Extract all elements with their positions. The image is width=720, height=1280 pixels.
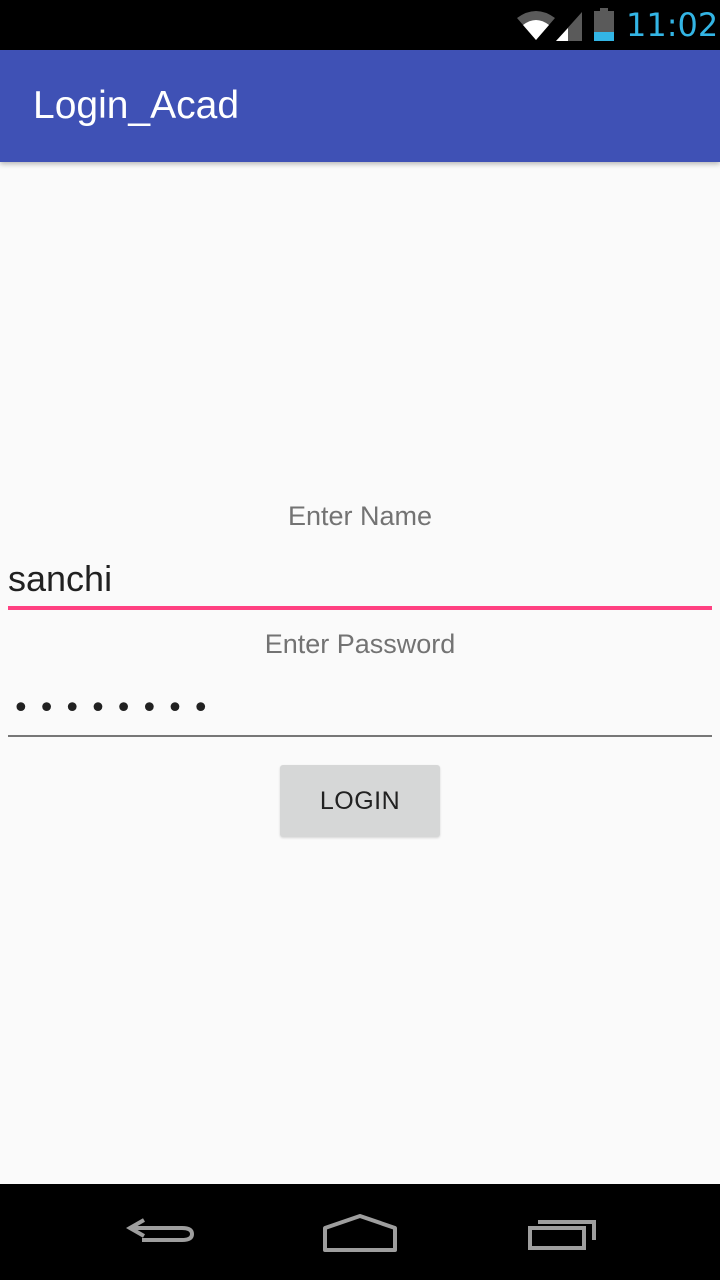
password-label: Enter Password: [264, 629, 456, 659]
name-input-value: sanchi: [8, 558, 113, 599]
status-clock: 11:02: [626, 6, 719, 44]
name-input[interactable]: sanchi: [8, 556, 712, 610]
login-button[interactable]: LOGIN: [280, 765, 440, 837]
navigation-bar: [0, 1184, 720, 1280]
status-bar: 11:02: [0, 0, 720, 50]
back-icon[interactable]: [110, 1202, 210, 1262]
recents-icon[interactable]: [512, 1202, 612, 1262]
password-input[interactable]: ••••••••: [8, 686, 712, 737]
signal-icon: [556, 12, 582, 41]
battery-icon: [594, 8, 614, 41]
app-title: Login_Acad: [33, 84, 240, 127]
password-input-value: ••••••••: [12, 691, 218, 726]
app-bar: Login_Acad: [0, 50, 720, 162]
wifi-icon: [517, 11, 555, 40]
home-icon[interactable]: [310, 1202, 410, 1262]
login-screen: 11:02 Login_Acad Enter Name sanchi Enter…: [0, 0, 720, 1280]
name-label: Enter Name: [287, 501, 433, 531]
